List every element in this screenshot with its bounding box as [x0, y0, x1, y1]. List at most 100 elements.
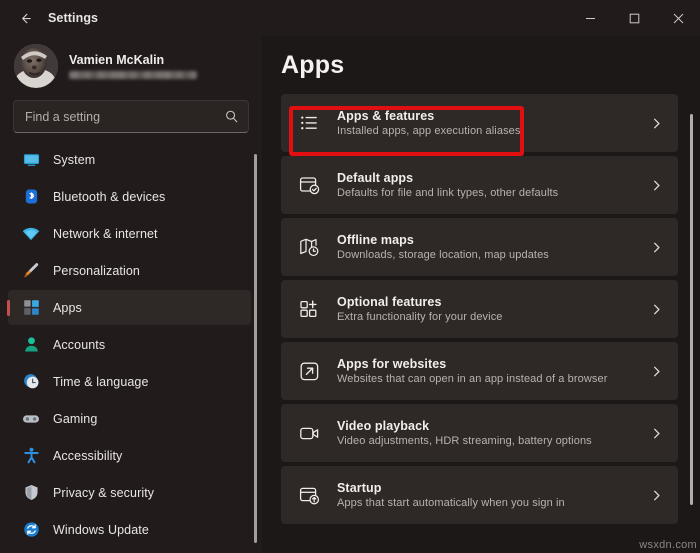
card-video-playback[interactable]: Video playback Video adjustments, HDR st…	[281, 404, 678, 462]
window-controls	[568, 0, 700, 36]
chevron-right-icon	[650, 179, 665, 192]
card-text: Apps for websites Websites that can open…	[337, 357, 633, 385]
avatar	[14, 44, 58, 88]
back-button[interactable]	[8, 3, 42, 33]
paintbrush-icon	[22, 262, 40, 280]
sidebar-item-system[interactable]: System	[8, 142, 251, 177]
sidebar-item-network-internet[interactable]: Network & internet	[8, 216, 251, 251]
sidebar-item-apps[interactable]: Apps	[8, 290, 251, 325]
card-text: Default apps Defaults for file and link …	[337, 171, 633, 199]
sidebar-item-windows-update[interactable]: Windows Update	[8, 512, 251, 547]
minimize-button[interactable]	[568, 0, 612, 36]
card-subtitle: Installed apps, app execution aliases	[337, 125, 521, 137]
gamepad-icon	[22, 410, 40, 428]
card-title: Optional features	[337, 295, 442, 309]
chevron-right-icon	[650, 117, 665, 130]
sidebar-scrollbar-thumb[interactable]	[254, 154, 257, 543]
sidebar-item-time-language[interactable]: Time & language	[8, 364, 251, 399]
card-title: Apps & features	[337, 109, 435, 123]
search-icon[interactable]	[224, 109, 239, 124]
card-title: Default apps	[337, 171, 414, 185]
close-button[interactable]	[656, 0, 700, 36]
account-text: Vamien McKalin	[69, 53, 197, 79]
search-input[interactable]	[25, 109, 224, 124]
add-grid-icon	[298, 298, 320, 320]
search-container	[0, 98, 262, 133]
main-scrollbar[interactable]	[690, 114, 693, 545]
settings-card-list: Apps & features Installed apps, app exec…	[281, 94, 700, 524]
settings-window: Settings Vamien McKalin Find a setting S…	[0, 0, 700, 553]
shield-icon	[22, 484, 40, 502]
card-optional-features[interactable]: Optional features Extra functionality fo…	[281, 280, 678, 338]
sidebar-item-label: Personalization	[53, 263, 140, 278]
main-content: Apps Apps & features Installed apps, app…	[262, 36, 700, 553]
watermark: wsxdn.com	[639, 539, 697, 551]
card-title: Startup	[337, 481, 382, 495]
video-camera-icon	[298, 422, 320, 444]
maximize-icon	[629, 13, 639, 23]
card-subtitle: Apps that start automatically when you s…	[337, 497, 565, 509]
main-scrollbar-thumb[interactable]	[690, 114, 693, 505]
window-title: Settings	[48, 11, 99, 25]
sidebar-item-label: Accessibility	[53, 448, 123, 463]
card-title: Apps for websites	[337, 357, 447, 371]
update-icon	[22, 521, 40, 539]
sidebar-item-accessibility[interactable]: Accessibility	[8, 438, 251, 473]
person-icon	[22, 336, 40, 354]
card-subtitle: Websites that can open in an app instead…	[337, 373, 608, 385]
card-text: Optional features Extra functionality fo…	[337, 295, 633, 323]
card-subtitle: Extra functionality for your device	[337, 311, 503, 323]
wifi-icon	[22, 225, 40, 243]
map-icon	[298, 236, 320, 258]
card-text: Apps & features Installed apps, app exec…	[337, 109, 633, 137]
minimize-icon	[585, 17, 595, 19]
card-apps-for-websites[interactable]: Apps for websites Websites that can open…	[281, 342, 678, 400]
sidebar-item-label: Apps	[53, 300, 82, 315]
card-title: Video playback	[337, 419, 430, 433]
bulleted-list-icon	[298, 112, 320, 134]
sidebar-item-label: Bluetooth & devices	[53, 189, 166, 204]
card-subtitle: Video adjustments, HDR streaming, batter…	[337, 435, 592, 447]
chevron-right-icon	[650, 241, 665, 254]
card-startup[interactable]: Startup Apps that start automatically wh…	[281, 466, 678, 524]
system-icon	[22, 151, 40, 169]
chevron-right-icon	[650, 427, 665, 440]
sidebar-item-privacy-security[interactable]: Privacy & security	[8, 475, 251, 510]
sidebar-item-bluetooth-devices[interactable]: Bluetooth & devices	[8, 179, 251, 214]
avatar-photo	[14, 44, 58, 88]
chevron-right-icon	[650, 489, 665, 502]
bluetooth-icon	[22, 188, 40, 206]
card-text: Startup Apps that start automatically wh…	[337, 481, 633, 509]
title-bar: Settings	[0, 0, 700, 36]
maximize-button[interactable]	[612, 0, 656, 36]
window-body: Vamien McKalin Find a setting System Blu…	[0, 36, 700, 553]
sidebar-item-label: Accounts	[53, 337, 106, 352]
sidebar-item-label: Windows Update	[53, 522, 149, 537]
card-apps-and-features[interactable]: Apps & features Installed apps, app exec…	[281, 94, 678, 152]
chevron-right-icon	[650, 365, 665, 378]
sidebar-item-label: System	[53, 152, 96, 167]
external-link-icon	[298, 360, 320, 382]
accessibility-icon	[22, 447, 40, 465]
sidebar-item-label: Gaming	[53, 411, 98, 426]
account-card[interactable]: Vamien McKalin	[0, 36, 262, 98]
startup-icon	[298, 484, 320, 506]
sidebar-item-personalization[interactable]: Personalization	[8, 253, 251, 288]
default-apps-icon	[298, 174, 320, 196]
sidebar-item-accounts[interactable]: Accounts	[8, 327, 251, 362]
search-box[interactable]	[13, 100, 249, 133]
sidebar-item-gaming[interactable]: Gaming	[8, 401, 251, 436]
card-offline-maps[interactable]: Offline maps Downloads, storage location…	[281, 218, 678, 276]
account-name: Vamien McKalin	[69, 53, 165, 67]
chevron-right-icon	[650, 303, 665, 316]
back-arrow-icon	[21, 13, 31, 23]
sidebar-scrollbar[interactable]	[254, 148, 257, 547]
close-icon	[673, 13, 683, 23]
card-text: Video playback Video adjustments, HDR st…	[337, 419, 633, 447]
card-subtitle: Downloads, storage location, map updates	[337, 249, 549, 261]
sidebar: Vamien McKalin Find a setting System Blu…	[0, 36, 262, 553]
page-title: Apps	[281, 51, 345, 79]
sidebar-item-label: Privacy & security	[53, 485, 155, 500]
card-default-apps[interactable]: Default apps Defaults for file and link …	[281, 156, 678, 214]
account-email-redacted	[69, 71, 197, 79]
